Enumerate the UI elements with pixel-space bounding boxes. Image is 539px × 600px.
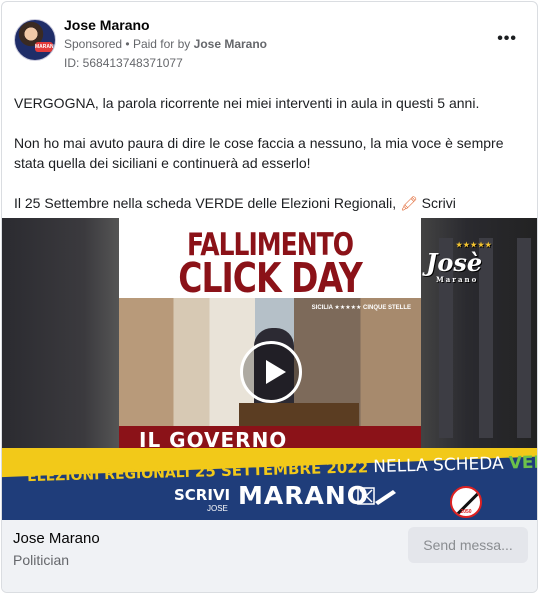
avatar-badge: MARANO — [35, 42, 56, 52]
ad-id: ID: 568413748371077 — [64, 56, 183, 70]
logo-stars: ★★★★★ — [456, 240, 493, 249]
blurred-backdrop-left — [2, 218, 119, 448]
movement-emblem-icon: 2050 — [450, 486, 482, 518]
play-icon[interactable] — [240, 341, 302, 403]
avatar[interactable]: MARANO — [14, 19, 56, 61]
jose-logo: ★★★★★ Josè Marano — [426, 240, 491, 284]
crayon-emoji-icon: 🖍 — [400, 195, 418, 211]
election-banner: ELEZIONI REGIONALI 25 SETTEMBRE 2022 NEL… — [2, 448, 538, 520]
payer-name: Jose Marano — [193, 37, 268, 51]
post-header: MARANO Jose Marano Sponsored • Paid for … — [2, 2, 537, 82]
paragraph-2: Non ho mai avuto paura di dire le cose f… — [14, 135, 504, 171]
channel-tag: SICILIA ★★★★★ CINQUE STELLE — [311, 305, 411, 311]
page-name[interactable]: Jose Marano — [13, 530, 100, 547]
video-media[interactable]: FALLIMENTO CLICK DAY SICILIA ★★★★★ CINQU… — [2, 218, 538, 520]
separator-dot: • — [125, 37, 133, 51]
video-caption-stripe: IL GOVERNO MUSUMECI — [119, 426, 421, 448]
ad-card: MARANO Jose Marano Sponsored • Paid for … — [1, 1, 538, 593]
banner-scheda: NELLA SCHEDA — [372, 453, 504, 478]
sponsored-line: Sponsored • Paid for by Jose Marano — [64, 37, 267, 51]
banner-marano: MARANO — [238, 481, 369, 510]
banner-scrivi: SCRIVI — [174, 486, 231, 504]
paragraph-3-text: Il 25 Settembre nella scheda VERDE delle… — [14, 195, 397, 211]
banner-verde: VERDE — [508, 451, 538, 474]
paid-prefix: Paid for by — [132, 37, 191, 51]
banner-scrivi-sub: JOSE — [207, 504, 228, 513]
banner-date: 25 SETTEMBRE 2022 — [194, 458, 369, 481]
emblem-text: 2050 — [460, 509, 472, 515]
author-name[interactable]: Jose Marano — [64, 17, 150, 33]
poster-title-2: CLICK DAY — [178, 253, 362, 302]
logo-name: Josè — [426, 248, 483, 277]
ballot-pen-icon — [357, 484, 397, 508]
paragraph-1: VERGOGNA, la parola ricorrente nei miei … — [14, 95, 480, 111]
more-options-icon[interactable]: ••• — [497, 30, 517, 48]
send-message-button[interactable]: Send messa... — [408, 527, 528, 563]
video-poster: FALLIMENTO CLICK DAY SICILIA ★★★★★ CINQU… — [119, 218, 421, 448]
post-body: VERGOGNA, la parola ricorrente nei miei … — [14, 93, 524, 233]
video-caption: IL GOVERNO MUSUMECI — [139, 428, 288, 448]
page-category: Politician — [13, 552, 70, 568]
banner-elezioni: ELEZIONI REGIONALI — [26, 464, 191, 486]
logo-subtitle: Marano — [436, 275, 479, 284]
page-footer: Jose Marano Politician Send messa... — [2, 520, 537, 592]
backdrop-column — [517, 238, 531, 438]
sponsored-label: Sponsored — [64, 37, 123, 51]
